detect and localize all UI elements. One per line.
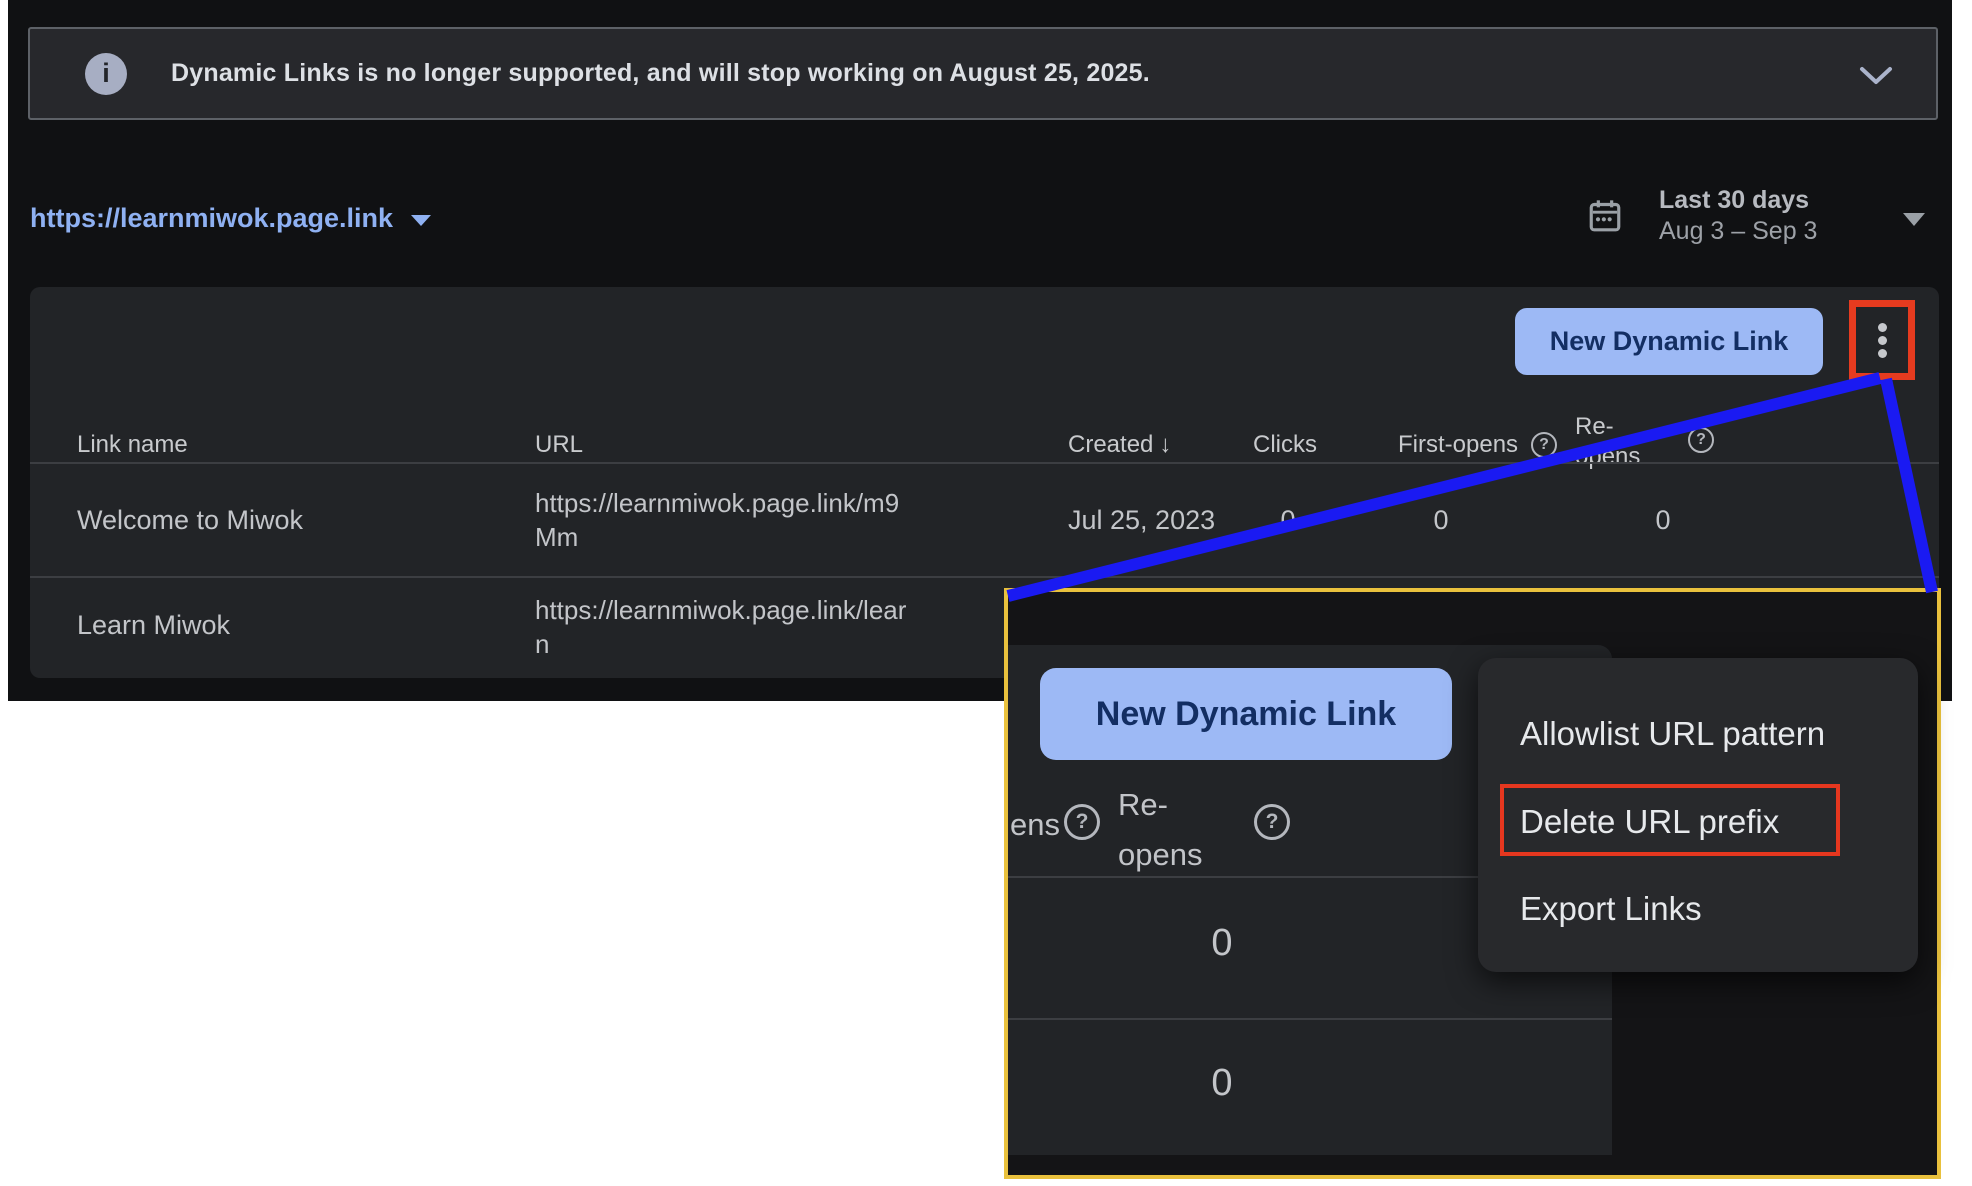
- url-line: https://learnmiwok.page.link/m9: [535, 486, 899, 520]
- chevron-down-icon[interactable]: [1858, 65, 1894, 87]
- header-url: URL: [535, 430, 583, 460]
- url-cell: https://learnmiwok.page.link/m9 Mm: [535, 486, 899, 554]
- header-first-opens-partial: ens: [1010, 800, 1060, 850]
- url-prefix-selector[interactable]: https://learnmiwok.page.link: [30, 196, 431, 240]
- header-created-label: Created: [1068, 430, 1153, 460]
- help-icon[interactable]: ?: [1531, 432, 1557, 458]
- re-opens-cell: 0: [1618, 503, 1708, 537]
- date-range-dates: Aug 3 – Sep 3: [1659, 216, 1817, 247]
- header-link-name: Link name: [77, 430, 188, 460]
- date-range-picker[interactable]: Last 30 days Aug 3 – Sep 3: [1585, 188, 1925, 244]
- help-icon[interactable]: ?: [1064, 804, 1100, 840]
- zoom-callout: New Dynamic Link ens ? Re-opens ? 0 0 Al…: [1004, 588, 1941, 1179]
- re-opens-cell-zoomed: 0: [1170, 922, 1274, 965]
- row-divider: [1008, 1018, 1612, 1020]
- row-divider: [30, 576, 1939, 578]
- link-name-cell: Welcome to Miwok: [77, 503, 303, 537]
- banner-text: Dynamic Links is no longer supported, an…: [171, 59, 1150, 88]
- url-line: Mm: [535, 520, 899, 554]
- row-divider: [30, 462, 1939, 464]
- dropdown-caret-icon: [411, 215, 431, 226]
- clicks-cell: 0: [1243, 503, 1333, 537]
- dropdown-caret-icon: [1903, 213, 1925, 226]
- calendar-icon: [1585, 196, 1625, 236]
- help-icon[interactable]: ?: [1688, 427, 1714, 453]
- overflow-menu-button[interactable]: [1856, 307, 1908, 373]
- new-dynamic-link-button[interactable]: New Dynamic Link: [1515, 308, 1823, 375]
- info-icon: i: [85, 53, 127, 95]
- sort-desc-icon: ↓: [1159, 430, 1171, 460]
- url-line: n: [535, 627, 906, 661]
- created-cell: Jul 25, 2023: [1068, 503, 1215, 537]
- annotation-red-box: [1849, 300, 1915, 380]
- help-icon[interactable]: ?: [1254, 804, 1290, 840]
- first-opens-cell: 0: [1396, 503, 1486, 537]
- header-clicks: Clicks: [1253, 430, 1317, 460]
- kebab-dot: [1878, 349, 1887, 358]
- header-created[interactable]: Created ↓: [1068, 430, 1171, 460]
- deprecation-banner: i Dynamic Links is no longer supported, …: [28, 27, 1938, 120]
- link-name-cell: Learn Miwok: [77, 608, 230, 642]
- date-range-label: Last 30 days: [1659, 185, 1817, 216]
- re-opens-cell-zoomed: 0: [1170, 1062, 1274, 1105]
- menu-item-allowlist-url-pattern[interactable]: Allowlist URL pattern: [1520, 713, 1825, 755]
- url-prefix-link[interactable]: https://learnmiwok.page.link: [30, 203, 393, 234]
- kebab-dot: [1878, 336, 1887, 345]
- header-first-opens-label: First-opens: [1398, 430, 1518, 460]
- header-first-opens: First-opens ?: [1398, 430, 1557, 460]
- new-dynamic-link-button-zoomed[interactable]: New Dynamic Link: [1040, 668, 1452, 760]
- url-line: https://learnmiwok.page.link/lear: [535, 593, 906, 627]
- url-cell: https://learnmiwok.page.link/lear n: [535, 593, 906, 661]
- menu-item-delete-url-prefix[interactable]: Delete URL prefix: [1520, 801, 1779, 843]
- kebab-dot: [1878, 323, 1887, 332]
- header-re-opens-zoomed: Re-opens: [1118, 780, 1224, 880]
- menu-item-export-links[interactable]: Export Links: [1520, 888, 1702, 930]
